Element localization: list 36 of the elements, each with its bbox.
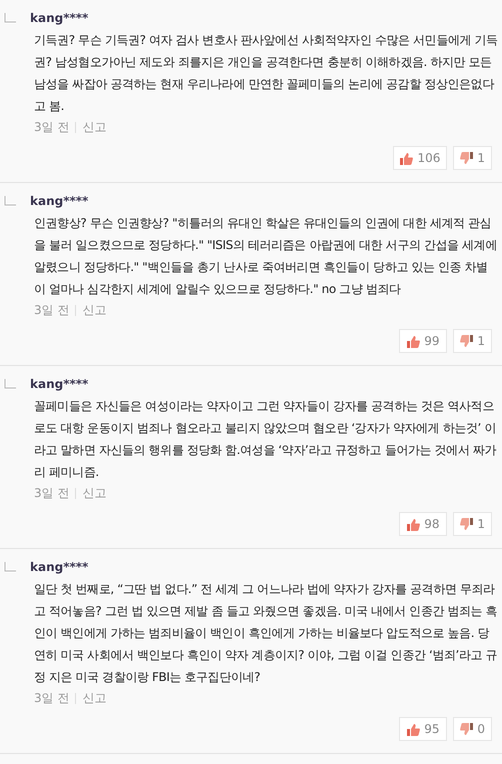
reply-corner-icon xyxy=(4,379,16,389)
like-button[interactable]: 95 xyxy=(399,717,448,741)
thumbs-down-icon xyxy=(460,722,474,736)
reply-corner-icon xyxy=(4,13,16,23)
thumbs-down-icon xyxy=(460,518,474,530)
thumbs-up-icon xyxy=(407,518,420,530)
thumbs-down-icon xyxy=(460,152,474,164)
report-link[interactable]: 신고 xyxy=(82,119,106,136)
thumbs-up-icon xyxy=(407,334,420,348)
comment-time: 3일 전 xyxy=(34,119,70,136)
report-link[interactable]: 신고 xyxy=(82,485,106,502)
comment-text: 기득권? 무슨 기득권? 여자 검사 변호사 판사앞에선 사회적약자인 수많은 서민들에게 기득권? 남성혐오가아닌 제도와 죄를지은 개인을 공격한다면 충분히 이해하겠음. 하지만 모든남성을 싸잡아 공격하는 현재 우리나라에 만연한 꼴페미들의 논리에 공감할 정상인은없다고 봄. xyxy=(34,32,498,115)
dislike-button[interactable]: 0 xyxy=(453,717,492,741)
username[interactable]: kang**** xyxy=(30,560,88,574)
report-link[interactable]: 신고 xyxy=(82,690,106,707)
dislike-button[interactable]: 1 xyxy=(453,512,492,536)
comment-time: 3일 전 xyxy=(34,690,70,707)
username[interactable]: kang**** xyxy=(30,11,88,25)
like-button[interactable]: 106 xyxy=(393,146,448,170)
reply-corner-icon xyxy=(4,196,16,206)
reply-corner-icon xyxy=(4,562,16,572)
username[interactable]: kang**** xyxy=(30,377,88,391)
dislike-button[interactable]: 1 xyxy=(453,329,492,353)
comment-time: 3일 전 xyxy=(34,302,70,319)
like-button[interactable]: 98 xyxy=(399,512,448,536)
dislike-button[interactable]: 1 xyxy=(453,146,492,170)
thumbs-up-icon xyxy=(400,152,414,164)
comment-time: 3일 전 xyxy=(34,485,70,502)
thumbs-down-icon xyxy=(460,334,474,348)
comment-text: 일단 첫 번째로, “그딴 법 없다.” 전 세계 그 어느나라 법에 약자가 강자를 공격하면 무죄라고 적어놓음? 그런 법 있으면 제발 좀 들고 와줬으면 좋겠음. 미국 내에서 인종간 범죄는 흑인이 백인에게 가하는 범죄비율이 백인이 흑인에게 가하는 비율보다 압도적으로 높음. 당연히 미국 사회에서 백인보다 흑인이 약자 계층이지? 이야, 그럼 이걸 인종간 ‘범죄’라고 규정 지은 미국 경찰이랑 FBI는 호구집단이네? xyxy=(34,581,498,686)
thumbs-up-icon xyxy=(407,722,420,736)
username[interactable]: kang**** xyxy=(30,194,88,208)
like-button[interactable]: 99 xyxy=(399,329,448,353)
comment-text: 꼴페미들은 자신들은 여성이라는 약자이고 그런 약자들이 강자를 공격하는 것은 역사적으로도 대항 운동이지 범죄나 혐오라고 불리지 않았으며 혐오란 ‘강자가 약자에게 하는것’ 이라고 말하면 자신들의 행위를 정당화 함.여성을 ‘약자’라고 규정하고 들어가는 것에서 짜가리 페미니즘. xyxy=(34,398,498,481)
comment-text: 인권향상? 무슨 인권향상? "히틀러의 유대인 학살은 유대인들의 인권에 대한 세계적 관심을 불러 일으켰으므로 정당하다." "ISIS의 테러리즘은 아랍권에 대한 서구의 간섭을 세계에 알렸으니 정당하다." "백인들을 총기 난사로 죽여버리면 흑인들이 당하고 있는 인종 차별이 얼마나 심각한지 세계에 알릴수 있으므로 정당하다." no 그냥 범죄다 xyxy=(34,215,498,298)
report-link[interactable]: 신고 xyxy=(82,302,106,319)
